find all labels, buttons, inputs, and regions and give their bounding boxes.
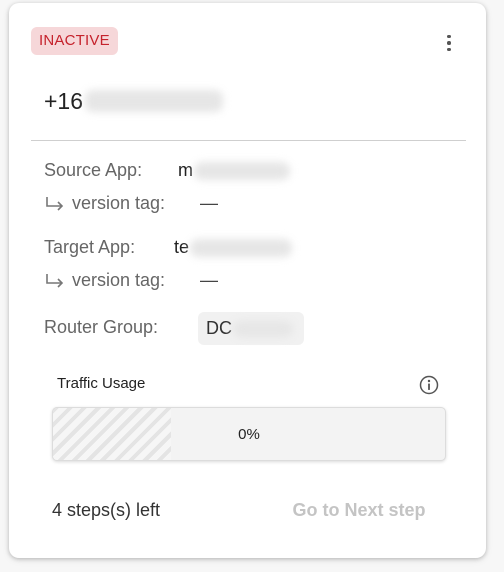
divider [31,140,466,141]
traffic-usage-percent: 0% [238,425,260,443]
source-version-tag-text: version tag: [72,193,166,213]
more-vertical-icon [447,34,451,39]
status-badge: INACTIVE [31,27,118,55]
source-app-label: Source App: [44,160,143,180]
info-icon[interactable] [419,375,439,395]
more-vertical-icon-dot [447,41,451,45]
phone-number-redacted [85,90,224,112]
source-app-value-redacted [194,161,290,180]
more-vertical-icon-dot [447,47,451,52]
phone-number: +16 [44,85,224,117]
source-app-value-prefix: m [178,160,193,180]
steps-left-text: 4 steps(s) left [52,500,161,520]
target-app-label: Target App: [44,237,136,257]
source-app-value: m [178,160,290,181]
return-arrow-icon [46,273,64,288]
source-version-tag-value: — [200,193,218,213]
router-group-value-prefix: DC [206,318,232,338]
go-to-next-step-button[interactable]: Go to Next step [279,495,439,525]
more-menu-button[interactable] [437,31,461,55]
source-version-tag-label: version tag: [44,193,165,214]
target-version-tag-text: version tag: [72,270,166,290]
target-app-value-redacted [190,238,293,257]
target-version-tag-value: — [200,270,218,290]
migration-card: INACTIVE +16 Source App: m version tag: … [9,3,486,558]
return-arrow-icon [46,196,64,211]
router-group-label: Router Group: [44,317,159,337]
router-group-chip: DC [198,312,304,345]
traffic-usage-progress: 0% [52,407,446,461]
traffic-usage-label: Traffic Usage [57,375,146,392]
target-version-tag-label: version tag: [44,270,165,291]
router-group-value-redacted [233,320,293,337]
target-app-value-prefix: te [174,237,190,257]
phone-number-prefix: +16 [44,87,84,114]
target-app-value: te [174,237,293,258]
